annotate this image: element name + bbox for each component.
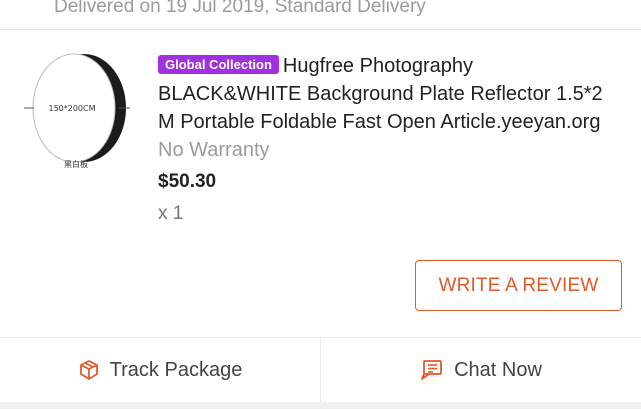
warranty-text: No Warranty: [158, 139, 270, 161]
image-size-label: 150*200CM: [48, 104, 95, 113]
track-package-label: Track Package: [109, 358, 243, 381]
track-package-button[interactable]: Track Package: [0, 338, 320, 402]
product-info: Global Collection Hugfree Photography BLA…: [158, 52, 608, 227]
product-quantity: x 1: [158, 203, 184, 224]
bottom-strip: [0, 402, 641, 409]
product-price: $50.30: [158, 171, 217, 192]
bottom-action-bar: Track Package Chat Now: [0, 338, 641, 402]
reflector-image: 150*200CM: [24, 53, 130, 163]
product-title-block[interactable]: Global Collection Hugfree Photography BLA…: [158, 52, 608, 136]
write-review-button[interactable]: WRITE A REVIEW: [415, 260, 622, 311]
product-image[interactable]: 150*200CM 黑白板: [24, 52, 136, 174]
delivery-status: Delivered on 19 Jul 2019, Standard Deliv…: [54, 0, 426, 17]
chat-now-label: Chat Now: [454, 358, 542, 381]
global-collection-badge: Global Collection: [158, 55, 279, 74]
divider: [0, 29, 641, 30]
chat-now-button[interactable]: Chat Now: [321, 338, 641, 402]
package-icon: [79, 360, 98, 380]
chat-icon: [421, 360, 442, 380]
image-caption: 黑白板: [64, 160, 88, 169]
